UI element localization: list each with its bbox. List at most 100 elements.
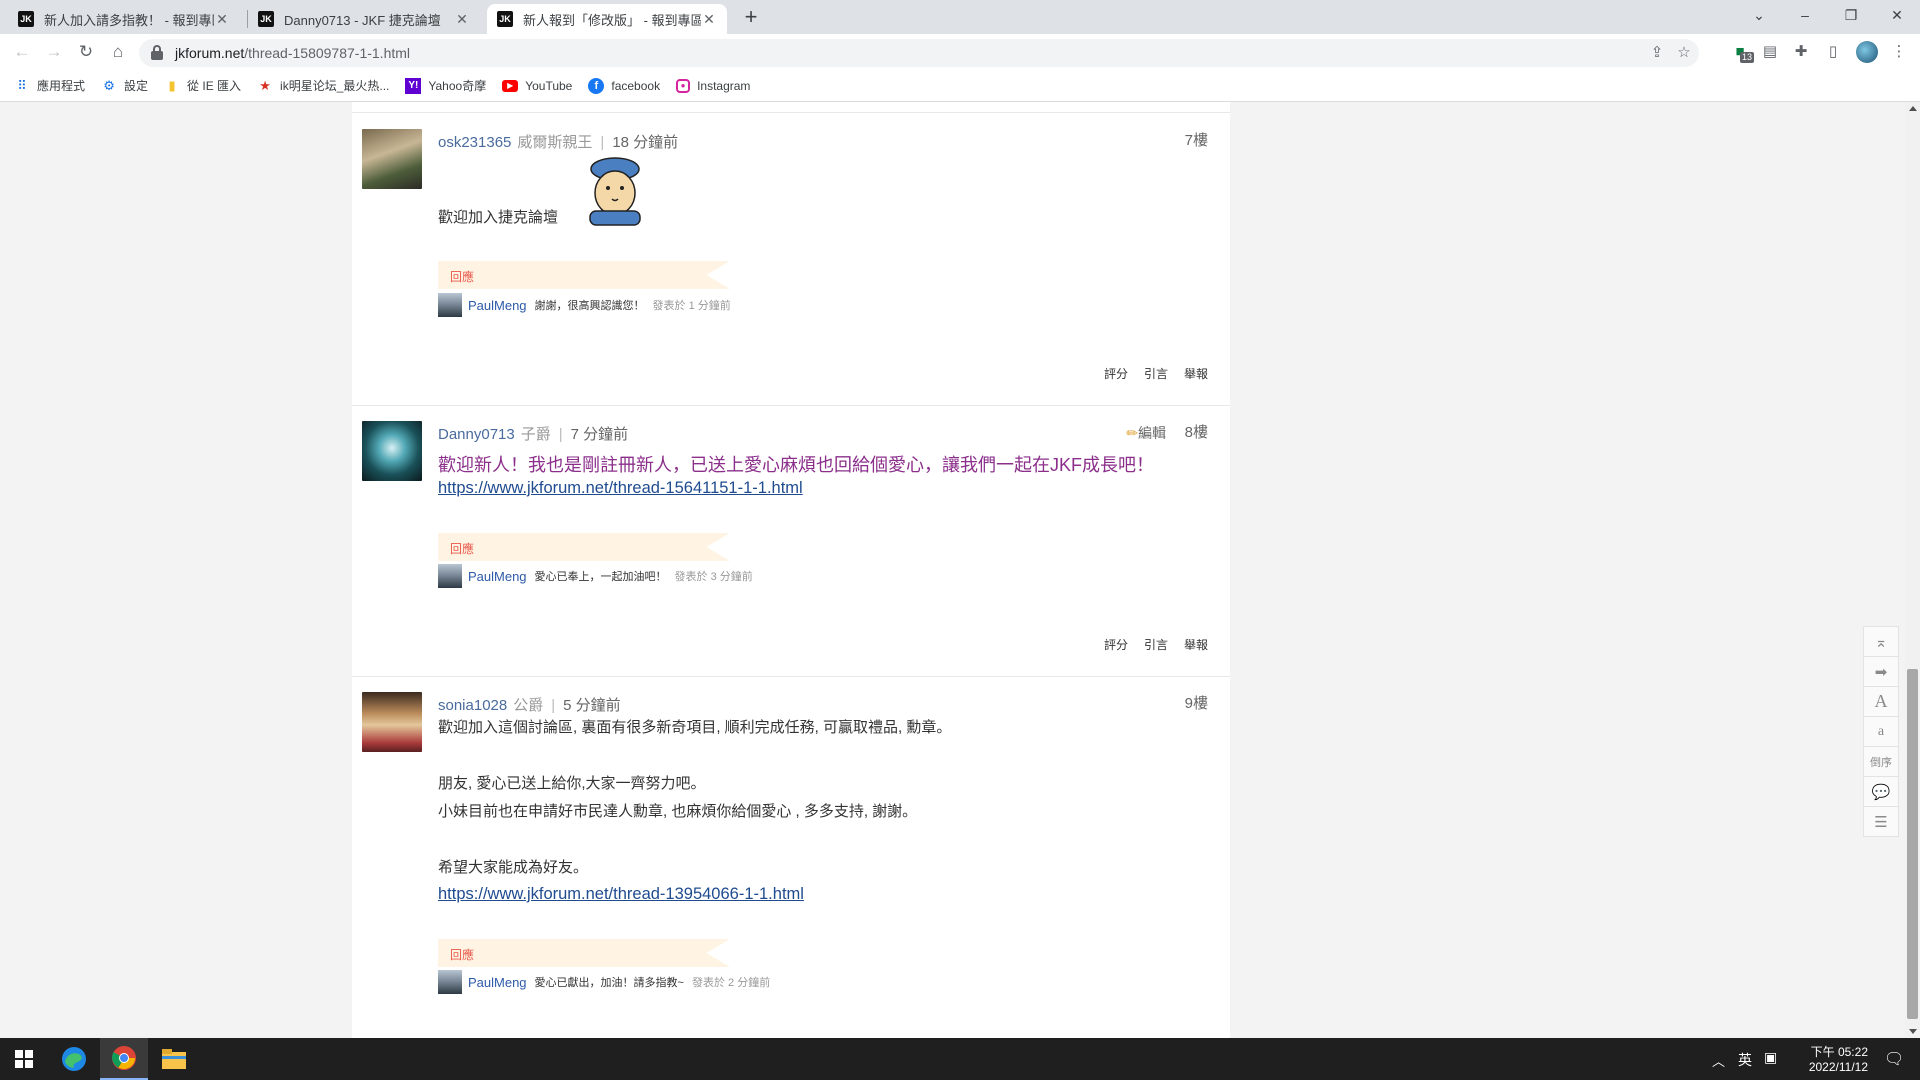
profile-avatar[interactable] [1856,41,1878,63]
comment-icon[interactable]: 💬 [1863,776,1899,807]
bookmark-ik-forum[interactable]: ★ ik明星论坛_最火热... [257,77,389,94]
avatar[interactable] [362,692,422,752]
clock-date[interactable]: 2022/11/12 [1796,1060,1868,1074]
bookmark-ie-import[interactable]: ▮ 從 IE 匯入 [164,77,241,94]
post-floor-7: osk231365 威爾斯親王 | 18 分鐘前 7樓 歡迎加入捷克論壇 回應 Pau… [352,112,1230,405]
post-body-text: 小妹目前也在申請好市民達人勳章, 也麻煩你給個愛心 , 多多支持, 謝謝。 [438,803,918,820]
scroll-up-icon[interactable] [1909,106,1917,111]
post-floor-8: Danny0713 子爵 | 7 分鐘前 ✏編輯 8樓 歡迎新人！我也是剛註冊新人，已… [352,405,1230,676]
windows-start-icon[interactable] [0,1038,48,1080]
avatar[interactable] [362,421,422,481]
chrome-browser-icon[interactable] [100,1038,148,1080]
font-smaller-icon[interactable]: a [1863,716,1899,747]
rate-button[interactable]: 評分 [1104,636,1128,653]
address-bar[interactable]: jkforum.net/thread-15809787-1-1.html ⇪ ☆ [139,39,1699,67]
cartoon-sticker-icon [589,157,641,226]
font-larger-icon[interactable]: A [1863,686,1899,717]
browser-tab-3-active[interactable]: JK 新人報到「修改版」 - 報到專區 · ✕ [487,4,727,34]
author-line: Danny0713 子爵 | 7 分鐘前 [438,426,629,443]
tab-strip: JK 新人加入請多指教！ - 報到專區 · ✕ JK Danny0713 - J… [0,0,1920,34]
reply-message: 謝謝，很高興認識您！ [534,300,645,312]
reply-author[interactable]: PaulMeng [468,569,527,584]
post-time: 7 分鐘前 [570,426,629,443]
next-arrow-icon[interactable]: ➡ [1863,656,1899,687]
extension-shield-icon[interactable]: ■13 [1730,42,1755,63]
post-body-text: 朋友, 愛心已送上給你,大家一齊努力吧。 [438,775,706,792]
edge-browser-icon[interactable] [50,1038,98,1080]
bookmark-apps[interactable]: ⠿ 應用程式 [14,77,85,94]
post-floor-9: sonia1028 公爵 | 5 分鐘前 9樓 歡迎加入這個討論區, 裏面有很多新奇項… [352,676,1230,1038]
reply-item: PaulMeng 愛心已獻出，加油！請多指教~ 發表於 2 分鐘前 [438,970,770,994]
home-icon[interactable]: ⌂ [106,40,130,64]
author-name[interactable]: sonia1028 [438,697,507,714]
floor-number[interactable]: 8樓 [1185,421,1208,442]
reverse-order-button[interactable]: 倒序 [1863,746,1899,777]
author-name[interactable]: osk231365 [438,134,511,151]
report-button[interactable]: 舉報 [1184,365,1208,382]
minimize-button[interactable]: – [1782,0,1828,30]
avatar[interactable] [438,564,462,588]
ime-indicator[interactable]: 英 [1738,1050,1752,1070]
bookmark-star-icon[interactable]: ☆ [1674,43,1694,63]
menu-kebab-icon[interactable]: ⋮ [1889,42,1909,62]
avatar[interactable] [438,970,462,994]
ime-mode-icon[interactable]: ▣ [1764,1049,1777,1066]
restore-button[interactable]: ❐ [1828,0,1874,30]
author-line: sonia1028 公爵 | 5 分鐘前 [438,697,621,714]
clock-time[interactable]: 下午 05:22 [1800,1043,1868,1060]
share-icon[interactable]: ⇪ [1647,43,1667,63]
url-text[interactable]: jkforum.net/thread-15809787-1-1.html [175,45,410,61]
rate-button[interactable]: 評分 [1104,365,1128,382]
thread-link[interactable]: https://www.jkforum.net/thread-15641151-… [438,479,803,498]
bookmark-settings[interactable]: ⚙ 設定 [101,77,148,94]
facebook-icon: f [588,77,605,94]
list-icon[interactable]: ☰ [1863,806,1899,837]
reply-author[interactable]: PaulMeng [468,975,527,990]
scroll-down-icon[interactable] [1909,1029,1917,1034]
new-tab-button[interactable]: + [737,4,765,32]
reply-author[interactable]: PaulMeng [468,298,527,313]
post-time: 18 分鐘前 [612,134,679,151]
extensions-puzzle-icon[interactable]: ✚ [1791,42,1811,62]
avatar[interactable] [362,129,422,189]
back-arrow-icon[interactable]: ← [10,40,34,64]
close-icon[interactable]: ✕ [701,11,717,28]
close-window-button[interactable]: ✕ [1874,0,1920,30]
side-panel-icon[interactable]: ▯ [1823,42,1843,62]
floor-number[interactable]: 7樓 [1185,129,1208,150]
author-line: osk231365 威爾斯親王 | 18 分鐘前 [438,134,679,151]
forward-arrow-icon[interactable]: → [42,40,66,64]
scrollbar-thumb[interactable] [1907,669,1918,1019]
extension-cast-icon[interactable]: ▤ [1760,42,1780,62]
avatar[interactable] [438,293,462,317]
browser-tab-1[interactable]: JK 新人加入請多指教！ - 報到專區 · ✕ [8,4,240,34]
file-explorer-icon[interactable] [150,1038,198,1080]
notification-icon[interactable]: 🗨 [1884,1049,1904,1069]
pencil-icon: ✏ [1126,425,1138,441]
post-highlight-text: 歡迎新人！我也是剛註冊新人，已送上愛心麻煩也回給個愛心，讓我們一起在JKF成長吧… [438,455,1154,475]
tab-search-button[interactable]: ⌄ [1736,0,1782,30]
page-scrollbar[interactable] [1905,102,1920,1038]
browser-toolbar: ← → ↻ ⌂ jkforum.net/thread-15809787-1-1.… [0,34,1920,70]
bookmark-facebook[interactable]: f facebook [588,77,660,94]
browser-tab-2[interactable]: JK Danny0713 - JKF 捷克論壇 ✕ [248,4,480,34]
bookmark-youtube[interactable]: ▶ YouTube [502,79,572,93]
reply-message: 愛心已獻出，加油！請多指教~ [534,977,684,989]
thread-link[interactable]: https://www.jkforum.net/thread-13954066-… [438,885,804,904]
tray-chevron-icon[interactable]: ︿ [1712,1051,1725,1070]
bookmark-instagram[interactable]: ● Instagram [676,78,750,93]
windows-taskbar: ︿ 英 ▣ 下午 05:22 2022/11/12 🗨 [0,1038,1920,1080]
scroll-top-icon[interactable]: ⌅ [1863,626,1899,657]
quote-button[interactable]: 引言 [1144,365,1168,382]
reload-icon[interactable]: ↻ [74,40,98,64]
close-icon[interactable]: ✕ [454,11,470,28]
gear-icon: ⚙ [103,77,115,93]
report-button[interactable]: 舉報 [1184,636,1208,653]
lock-icon[interactable] [151,45,163,60]
quote-button[interactable]: 引言 [1144,636,1168,653]
floor-number[interactable]: 9樓 [1185,692,1208,713]
edit-button[interactable]: ✏編輯 [1126,423,1166,443]
author-name[interactable]: Danny0713 [438,426,515,443]
bookmark-yahoo[interactable]: Y! Yahoo奇摩 [405,77,486,94]
close-icon[interactable]: ✕ [214,11,230,28]
